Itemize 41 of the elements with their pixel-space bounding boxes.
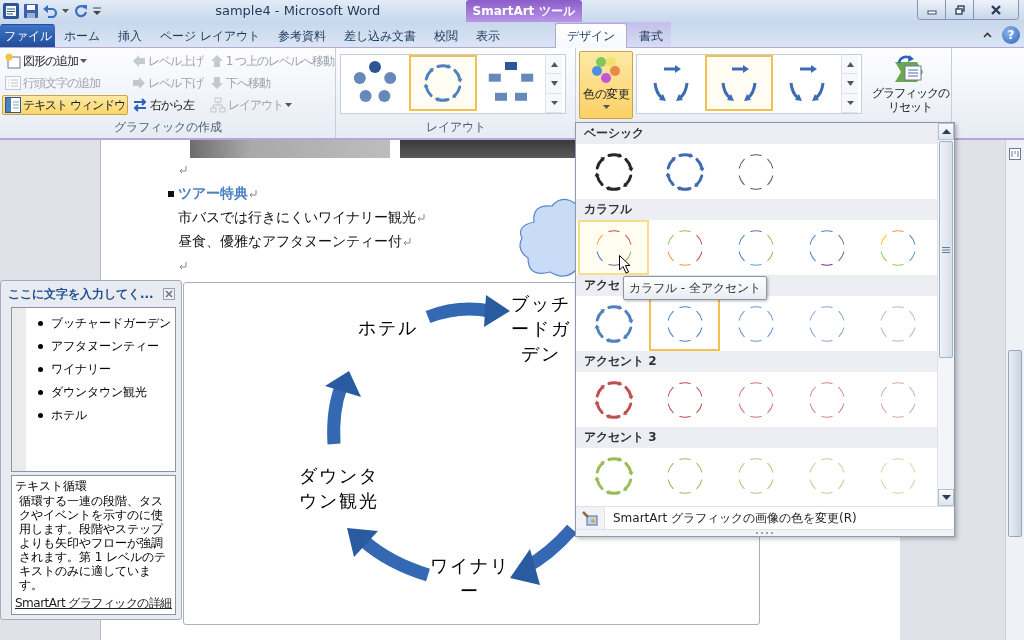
node-label: ワイナリ ー [430, 554, 510, 603]
section-header: アクセント 3 [576, 427, 938, 448]
list-item-text: アフタヌーンティー [51, 338, 159, 355]
list-item-text: ブッチャードガーデン [51, 315, 171, 332]
node-label: ブッチ ードガ デン [511, 292, 571, 366]
change-colors-button[interactable]: 色の変更 [579, 51, 633, 119]
group-label: レイアウト [424, 119, 487, 136]
reset-graphic-button[interactable]: グラフィックの リセット [869, 51, 951, 117]
ribbon-tab[interactable]: 書式 [627, 24, 675, 47]
list-item-text: ワイナリー [51, 361, 111, 378]
section-header: アクセント 2 [576, 351, 938, 372]
ribbon-tab[interactable]: 差し込み文書 [334, 24, 425, 47]
list-item-text: ダウンタウン観光 [51, 384, 147, 401]
body-text: 市バスでは行きにくいワイナリー観光 [178, 209, 416, 227]
pane-title: ここに文字を入力してく... [8, 285, 154, 303]
ribbon-tab[interactable]: ホーム [55, 24, 109, 47]
description-text: 循環する一連の段階、タスクやイベントを示すのに使用します。段階やステップよりも矢印やフローが強調されます。第 1 レベルのテキストのみに適しています。 [18, 494, 168, 592]
contextual-tab-header: SmartArt ツール [465, 0, 582, 22]
body-text: 昼食、優雅なアフタヌーンティー付 [178, 233, 402, 251]
tooltip: カラフル - 全アクセント [623, 276, 767, 300]
ribbon-tab[interactable]: デザイン [555, 23, 627, 48]
list-item-text: ホテル [51, 407, 87, 424]
ribbon-tab[interactable]: 挿入 [109, 24, 151, 47]
ribbon-tab[interactable]: ページ レイアウト [151, 24, 269, 47]
ribbon-button[interactable]: 図形の追加 [2, 51, 90, 71]
node-label: ホテル [358, 316, 418, 340]
recolor-pictures-item[interactable]: SmartArt グラフィックの画像の色を変更(R) [605, 507, 954, 529]
ribbon-tab[interactable]: 表示 [466, 24, 509, 47]
ribbon-tab[interactable]: 校閲 [424, 24, 467, 47]
help-link[interactable]: SmartArt グラフィックの詳細 [15, 595, 172, 612]
group-label: グラフィックの作成 [112, 119, 223, 136]
ribbon-button[interactable]: 右から左 [128, 95, 197, 115]
ribbon-button[interactable]: テキスト ウィンドウ [2, 95, 128, 115]
ribbon-tab[interactable]: ファイル [0, 24, 55, 47]
section-header: カラフル [576, 199, 938, 220]
section-header: ベーシック [576, 123, 938, 144]
heading-text: ツアー特典 [178, 185, 248, 203]
window-title: sample4 - Microsoft Word [214, 2, 382, 20]
description-title: テキスト循環 [15, 478, 88, 494]
node-label: ダウンタ ウン観光 [299, 464, 379, 513]
ribbon-tab[interactable]: 参考資料 [268, 24, 335, 47]
